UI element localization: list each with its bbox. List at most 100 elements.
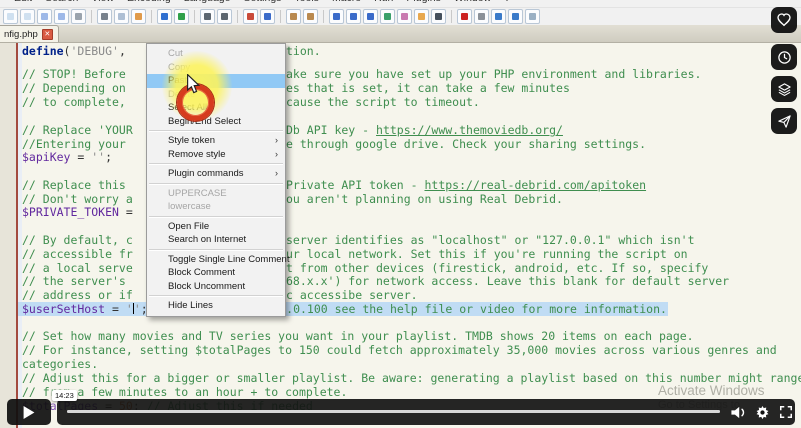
- code-token: '': [91, 150, 105, 164]
- code-token: https://www.themoviedb.org/: [376, 123, 563, 137]
- add-to-playlist-button[interactable]: [771, 76, 797, 102]
- settings-button[interactable]: [751, 402, 773, 422]
- code-token: categories.: [22, 357, 98, 371]
- code-line: // address or if c accessibe server.: [0, 288, 801, 302]
- code-line: $apiKey = '';: [0, 150, 801, 164]
- seek-bar[interactable]: [67, 410, 720, 413]
- code-token: define: [22, 44, 64, 58]
- code-token: $apiKey: [22, 150, 70, 164]
- context-menu-item-style-token[interactable]: Style token›: [147, 134, 285, 148]
- code-line: // By default, cserver identifies as "lo…: [0, 233, 801, 247]
- context-menu-item-search-on-internet[interactable]: Search on Internet: [147, 233, 285, 247]
- play-icon: [23, 406, 35, 419]
- activate-windows-watermark: Activate Windows: [658, 383, 765, 398]
- code-token: // a local serve: [22, 261, 133, 275]
- code-line: // Replace 'YOUR Db API key - https://www…: [0, 123, 801, 137]
- volume-icon: [730, 405, 747, 420]
- like-button[interactable]: [771, 7, 797, 33]
- submenu-arrow-icon: ›: [275, 167, 278, 181]
- context-menu-item-remove-style[interactable]: Remove style›: [147, 148, 285, 162]
- code-line: // For instance, setting $totalPages to …: [0, 343, 801, 357]
- code-token: ,: [119, 44, 126, 58]
- code-line: // a local serve t from other devices (fi…: [0, 261, 801, 275]
- code-line: // Replace this Private API token - https…: [0, 178, 801, 192]
- code-token: =: [105, 302, 126, 316]
- code-line: categories.: [0, 357, 801, 371]
- code-token: Db API key -: [286, 123, 376, 137]
- fullscreen-button[interactable]: [775, 402, 797, 422]
- code-token: $PRIVATE_TOKEN: [22, 205, 119, 219]
- code-token: ': [134, 302, 141, 316]
- paper-plane-icon: [777, 114, 792, 129]
- code-line: //Entering your e through google drive. C…: [0, 137, 801, 151]
- code-token: c accessibe server.: [286, 288, 418, 302]
- layers-icon: [777, 82, 792, 97]
- code-token: // Set how many movies and TV series you…: [22, 329, 694, 343]
- code-token: // Replace 'YOUR: [22, 123, 133, 137]
- heart-icon: [776, 12, 792, 28]
- code-token: //Entering your: [22, 137, 126, 151]
- seek-time-tooltip: 14:23: [52, 390, 77, 401]
- code-token: 68.x.x') for network access. Leave this …: [286, 274, 729, 288]
- code-token: ;: [105, 150, 112, 164]
- code-token: =: [70, 150, 91, 164]
- code-token: // the server's: [22, 274, 126, 288]
- code-token: // For instance, setting $totalPages to …: [22, 343, 777, 357]
- context-menu-item-block-uncomment[interactable]: Block Uncomment: [147, 280, 285, 294]
- context-menu-separator: [149, 163, 283, 165]
- context-menu-item-toggle-single-line-comment[interactable]: Toggle Single Line Comment: [147, 253, 285, 267]
- code-token: // address or if: [22, 288, 133, 302]
- code-token: server identifies as "localhost" or "127…: [286, 233, 695, 247]
- context-menu-separator: [149, 183, 283, 185]
- player-control-bar: [57, 399, 795, 425]
- code-token: $userSetHost: [22, 302, 105, 316]
- code-line: $userSetHost = ''; // Example: 192.168.0…: [0, 302, 801, 316]
- context-menu-item-block-comment[interactable]: Block Comment: [147, 266, 285, 280]
- fullscreen-icon: [779, 405, 793, 419]
- code-token: cause the script to timeout.: [286, 95, 480, 109]
- code-line: $PRIVATE_TOKEN =: [0, 205, 801, 219]
- share-button[interactable]: [771, 108, 797, 134]
- code-lines: define('DEBUG',tion.// STOP! Beforeake s…: [0, 0, 801, 428]
- code-token: https://real-debrid.com/apitoken: [424, 178, 646, 192]
- code-token: 'DEBUG': [70, 44, 118, 58]
- code-token: t from other devices (firestick, android…: [286, 261, 708, 275]
- code-line: // to complete,cause the script to timeo…: [0, 95, 801, 109]
- code-line: // the server's 68.x.x') for network acce…: [0, 274, 801, 288]
- watch-later-button[interactable]: [771, 44, 797, 70]
- code-line: // Don't worry a ou aren't planning on us…: [0, 192, 801, 206]
- context-menu-item-begin-end-select[interactable]: Begin/End Select: [147, 115, 285, 129]
- code-token: // accessible fr: [22, 247, 133, 261]
- submenu-arrow-icon: ›: [275, 148, 278, 162]
- code-token: e through google drive. Check your shari…: [286, 137, 646, 151]
- code-line: // Depending on es that is set, it can ta…: [0, 81, 801, 95]
- code-line: // STOP! Before ake sure you have set up …: [0, 67, 801, 81]
- volume-button[interactable]: [727, 402, 749, 422]
- code-token: es that is set, it can take a few minute…: [286, 81, 570, 95]
- mouse-cursor-icon: [186, 74, 201, 99]
- code-token: tion.: [286, 44, 321, 58]
- code-line: define('DEBUG',tion.: [0, 44, 801, 58]
- context-menu-separator: [149, 216, 283, 218]
- code-token: // Replace this: [22, 178, 126, 192]
- code-line: // Set how many movies and TV series you…: [0, 329, 801, 343]
- code-token: Private API token -: [286, 178, 424, 192]
- clock-icon: [777, 50, 792, 65]
- context-menu-separator: [149, 295, 283, 297]
- context-menu-item-open-file[interactable]: Open File: [147, 220, 285, 234]
- context-menu-item-hide-lines[interactable]: Hide Lines: [147, 299, 285, 313]
- code-line: // accessible fr ur local network. Set th…: [0, 247, 801, 261]
- video-frame: EditSearchViewEncodingLanguageSettingsTo…: [0, 0, 801, 428]
- code-token: ur local network. Set this if you're run…: [286, 247, 688, 261]
- context-menu-item-plugin-commands[interactable]: Plugin commands›: [147, 167, 285, 181]
- context-menu-separator: [149, 249, 283, 251]
- seek-bar-progress: [67, 410, 720, 413]
- code-token: ': [126, 302, 133, 316]
- play-button[interactable]: [7, 399, 51, 425]
- code-token: ake sure you have set up your PHP enviro…: [286, 67, 701, 81]
- gear-icon: [755, 405, 770, 420]
- code-token: // Don't worry a: [22, 192, 133, 206]
- code-token: // STOP! Before: [22, 67, 126, 81]
- code-token: ou aren't planning on using Real Debrid.: [286, 192, 563, 206]
- code-token: // Depending on: [22, 81, 126, 95]
